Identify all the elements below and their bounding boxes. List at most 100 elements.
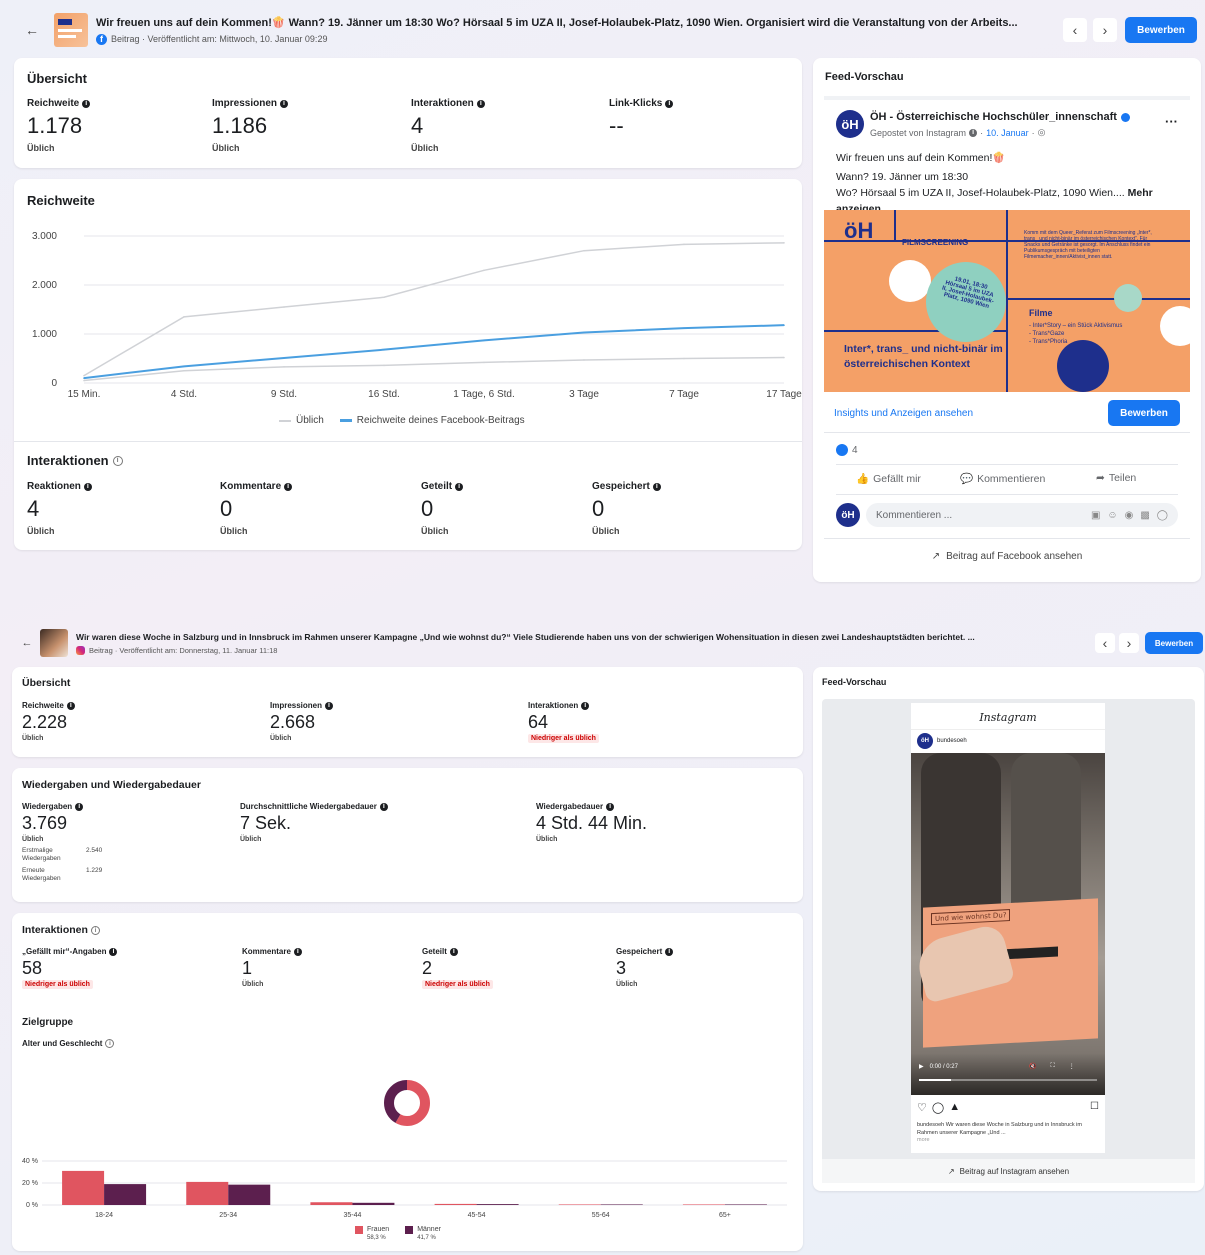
info-icon[interactable]: i	[112, 455, 123, 466]
metric-value: 3.769	[22, 813, 68, 833]
comment-button[interactable]: 💬 Kommentieren	[960, 472, 1045, 486]
share-arrow-icon: ➦	[1096, 472, 1105, 484]
back-arrow-icon[interactable]: ←	[18, 631, 36, 655]
info-icon[interactable]: i	[105, 1039, 115, 1048]
video-more-icon[interactable]: ⋮	[1069, 1063, 1075, 1070]
metric-status: Üblich	[220, 526, 248, 536]
view-on-instagram-link[interactable]: ↗ Beitrag auf Instagram ansehen	[822, 1159, 1195, 1183]
info-icon[interactable]: i	[82, 99, 91, 108]
fullscreen-icon[interactable]: ⛶	[1050, 1063, 1054, 1070]
legend-percent: 41,7 %	[417, 1235, 436, 1241]
post-text: Wann? 19. Jänner um 18:30	[836, 171, 969, 183]
avatar-sticker-icon[interactable]: ◯	[1157, 510, 1168, 521]
info-icon[interactable]: i	[66, 701, 75, 710]
reaction-count[interactable]: 4	[852, 445, 858, 456]
view-link-label: Beitrag auf Instagram ansehen	[959, 1166, 1070, 1176]
comment-input[interactable]: Kommentieren ... ▣ ☺ ◉ ▩ ◯	[866, 503, 1178, 527]
account-name[interactable]: bundesoeh	[937, 738, 967, 744]
chart-legend: Üblich Reichweite deines Facebook-Beitra…	[279, 415, 525, 426]
x-tick-label: 7 Tage	[669, 389, 699, 400]
info-icon[interactable]: i	[449, 947, 458, 956]
data-point	[83, 379, 85, 382]
next-post-chevron-icon[interactable]: ›	[1119, 633, 1139, 653]
poster-tagline: Inter*, trans_ und nicht-binär im österr…	[844, 343, 1003, 370]
emoji-icon[interactable]: ☺	[1107, 510, 1117, 521]
bar-frauen-55-64	[558, 1204, 601, 1205]
info-icon[interactable]: i	[280, 99, 289, 108]
like-label: Gefällt mir	[873, 472, 921, 485]
prev-post-chevron-icon[interactable]: ‹	[1095, 633, 1115, 653]
more-options-icon[interactable]: ···	[1165, 114, 1178, 129]
account-avatar[interactable]: öH	[917, 733, 933, 749]
metric-value: 1.178	[27, 113, 83, 138]
post-date[interactable]: 10. Januar	[986, 128, 1029, 138]
gif-icon[interactable]: ▩	[1140, 510, 1149, 521]
video-progress-track[interactable]	[919, 1079, 1097, 1081]
info-icon[interactable]: i	[476, 99, 485, 108]
legend-swatch	[339, 419, 352, 422]
mute-icon[interactable]: 🔇	[1029, 1063, 1036, 1070]
promote-button[interactable]: Bewerben	[1125, 17, 1197, 43]
metric-interactions: Interaktionen i 64 Niedriger als üblich	[528, 701, 599, 743]
sticker-icon[interactable]: ▣	[1091, 510, 1100, 521]
info-icon[interactable]: i	[652, 482, 661, 491]
info-icon[interactable]: i	[284, 482, 293, 491]
info-icon[interactable]: i	[90, 925, 100, 935]
info-icon[interactable]: i	[606, 802, 615, 811]
metric-status: Üblich	[22, 836, 44, 843]
send-icon[interactable]: ▲	[949, 1101, 960, 1114]
like-reaction-icon	[836, 444, 848, 456]
info-icon[interactable]: i	[581, 701, 590, 710]
comment-placeholder: Kommentieren ...	[876, 509, 953, 521]
data-point	[83, 377, 85, 379]
bar-männer-18-24	[104, 1184, 147, 1205]
play-icon[interactable]: ▶	[919, 1063, 924, 1070]
page-avatar[interactable]: öH	[836, 110, 864, 138]
series-line	[83, 242, 785, 377]
caption-more-link[interactable]: more	[917, 1137, 930, 1143]
info-icon[interactable]: i	[969, 128, 978, 137]
video-time: 0:00 / 0:27	[929, 1063, 958, 1070]
next-post-chevron-icon[interactable]: ›	[1093, 18, 1117, 42]
info-icon[interactable]: i	[455, 482, 464, 491]
info-icon[interactable]: i	[293, 947, 302, 956]
info-icon[interactable]: i	[379, 802, 388, 811]
metric-reach: Reichweite i 2.228 Üblich	[22, 701, 75, 742]
back-arrow-icon[interactable]: ←	[20, 18, 44, 42]
promote-button[interactable]: Bewerben	[1145, 632, 1203, 654]
info-icon[interactable]: i	[325, 701, 334, 710]
info-icon[interactable]: i	[665, 99, 674, 108]
legend-label: Frauen	[367, 1226, 390, 1233]
view-link-label: Beitrag auf Facebook ansehen	[946, 551, 1083, 562]
prev-post-chevron-icon[interactable]: ‹	[1063, 18, 1087, 42]
info-icon[interactable]: i	[665, 947, 674, 956]
data-point	[783, 242, 785, 244]
view-on-facebook-link[interactable]: ↗ Beitrag auf Facebook ansehen	[824, 538, 1190, 574]
like-button[interactable]: 👍 Gefällt mir	[856, 472, 921, 486]
post-title: Wir freuen uns auf dein Kommen!🍿 Wann? 1…	[96, 16, 1018, 29]
info-icon[interactable]: i	[83, 482, 92, 491]
insights-link[interactable]: Insights und Anzeigen ansehen	[834, 408, 973, 419]
metric-label: Interaktionen	[528, 701, 579, 710]
video-player[interactable]: Und wie wohnst Du? ▶ 0:00 / 0:27 🔇 ⛶ ⋮	[911, 753, 1105, 1095]
comment-bubble-icon[interactable]: ◯	[932, 1101, 944, 1114]
camera-icon[interactable]: ◉	[1125, 510, 1134, 521]
metric-saves: Gespeichert i 0 Üblich	[592, 481, 661, 536]
post-meta: Beitrag · Veröffentlicht am: Donnerstag,…	[89, 645, 278, 655]
event-poster-image: öH FILMSCREENING Komm mit dem Queer_Refe…	[824, 210, 1190, 392]
x-tick-label: 45-54	[468, 1212, 486, 1219]
metric-value: 1.186	[212, 113, 268, 138]
page-name[interactable]: ÖH - Österreichische Hochschüler_innensc…	[870, 111, 1117, 123]
x-tick-label: 65+	[719, 1212, 731, 1219]
info-icon[interactable]: i	[75, 802, 84, 811]
poster-logo: öH	[844, 218, 874, 243]
instagram-logo: Instagram	[979, 711, 1037, 724]
metric-status: Üblich	[27, 143, 55, 153]
bookmark-icon[interactable]: ☐	[1090, 1101, 1099, 1112]
x-tick-label: 9 Std.	[271, 389, 297, 400]
share-button[interactable]: ➦ Teilen	[1096, 472, 1136, 484]
promote-button[interactable]: Bewerben	[1108, 400, 1180, 426]
gender-donut-chart	[384, 1080, 430, 1126]
heart-icon[interactable]: ♡	[917, 1101, 927, 1114]
info-icon[interactable]: i	[109, 947, 118, 956]
